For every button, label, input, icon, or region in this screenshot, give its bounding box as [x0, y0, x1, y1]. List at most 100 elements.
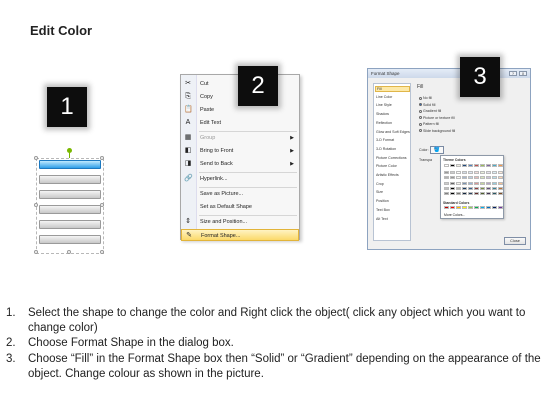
nav-item-glow-and-soft-edges[interactable]: Glow and Soft Edges	[376, 130, 410, 134]
menu-item-edit-text[interactable]: A Edit Text	[181, 117, 299, 129]
standard-color-swatch[interactable]	[474, 206, 479, 209]
color-swatch[interactable]	[498, 164, 503, 167]
color-swatch[interactable]	[468, 186, 473, 190]
color-swatch[interactable]	[450, 192, 455, 195]
nav-item-artistic-effects[interactable]: Artistic Effects	[376, 173, 399, 177]
color-swatch[interactable]	[486, 171, 491, 175]
color-swatch[interactable]	[456, 164, 461, 167]
menu-item-bring-to-front[interactable]: ◧ Bring to Front ▶	[181, 145, 299, 157]
bar-shape[interactable]	[39, 205, 101, 214]
color-swatch[interactable]	[468, 171, 473, 175]
color-swatch[interactable]	[480, 164, 485, 167]
color-swatch[interactable]	[486, 186, 491, 190]
nav-item-size[interactable]: Size	[376, 190, 383, 194]
color-swatch[interactable]	[462, 176, 467, 180]
color-swatch[interactable]	[492, 164, 497, 167]
bar-shape[interactable]	[39, 190, 101, 199]
nav-item-alt-text[interactable]: Alt Text	[376, 217, 388, 221]
resize-handle[interactable]	[100, 156, 104, 160]
color-swatch[interactable]	[456, 192, 461, 195]
color-swatch[interactable]	[474, 186, 479, 190]
color-swatch[interactable]	[498, 181, 503, 185]
menu-item-save-as-picture[interactable]: Save as Picture...	[181, 188, 299, 200]
menu-item-hyperlink[interactable]: 🔗 Hyperlink...	[181, 173, 299, 185]
color-swatch[interactable]	[486, 181, 491, 185]
close-button[interactable]: Close	[504, 237, 526, 245]
color-swatch[interactable]	[480, 181, 485, 185]
nav-item-reflection[interactable]: Reflection	[376, 121, 392, 125]
standard-color-swatch[interactable]	[480, 206, 485, 209]
more-colors-link[interactable]: More Colors...	[444, 213, 465, 217]
standard-color-swatch[interactable]	[498, 206, 503, 209]
color-swatch[interactable]	[498, 186, 503, 190]
fill-option-radio[interactable]: Solid fill	[419, 103, 435, 107]
color-swatch[interactable]	[444, 171, 449, 175]
color-swatch[interactable]	[474, 181, 479, 185]
color-swatch[interactable]	[450, 164, 455, 167]
nav-item-crop[interactable]: Crop	[376, 182, 384, 186]
color-swatch[interactable]	[480, 186, 485, 190]
color-swatch[interactable]	[456, 181, 461, 185]
bar-shape[interactable]	[39, 175, 101, 184]
bar-shape[interactable]	[39, 235, 101, 244]
color-swatch[interactable]	[480, 176, 485, 180]
color-swatch[interactable]	[474, 164, 479, 167]
selected-shape-group[interactable]	[34, 148, 104, 254]
color-swatch[interactable]	[462, 186, 467, 190]
close-x-button[interactable]: X	[519, 71, 527, 76]
fill-option-radio[interactable]: Picture or texture fill	[419, 116, 455, 120]
color-swatch[interactable]	[492, 176, 497, 180]
resize-handle[interactable]	[34, 156, 38, 160]
color-swatch[interactable]	[474, 176, 479, 180]
resize-handle[interactable]	[100, 250, 104, 254]
color-swatch[interactable]	[456, 176, 461, 180]
color-swatch[interactable]	[492, 192, 497, 195]
color-swatch[interactable]	[468, 192, 473, 195]
resize-handle[interactable]	[34, 203, 38, 207]
nav-item-text-box[interactable]: Text Box	[376, 208, 390, 212]
color-swatch[interactable]	[444, 181, 449, 185]
color-swatch[interactable]	[444, 186, 449, 190]
color-swatch[interactable]	[450, 186, 455, 190]
standard-color-swatch[interactable]	[462, 206, 467, 209]
fill-option-radio[interactable]: Slide background fill	[419, 129, 455, 133]
help-button[interactable]: ?	[509, 71, 517, 76]
color-swatch[interactable]	[492, 186, 497, 190]
resize-handle[interactable]	[34, 250, 38, 254]
standard-color-swatch[interactable]	[456, 206, 461, 209]
color-swatch[interactable]	[450, 181, 455, 185]
nav-item-3-d-rotation[interactable]: 3-D Rotation	[376, 147, 396, 151]
color-swatch[interactable]	[462, 192, 467, 195]
color-swatch[interactable]	[444, 192, 449, 195]
bar-shape[interactable]	[39, 220, 101, 229]
color-swatch[interactable]	[480, 192, 485, 195]
color-swatch[interactable]	[468, 181, 473, 185]
color-swatch[interactable]	[462, 164, 467, 167]
standard-color-swatch[interactable]	[444, 206, 449, 209]
standard-color-swatch[interactable]	[492, 206, 497, 209]
nav-item-line-style[interactable]: Line Style	[376, 103, 392, 107]
color-swatch[interactable]	[486, 176, 491, 180]
fill-option-radio[interactable]: No fill	[419, 96, 432, 100]
resize-handle[interactable]	[100, 203, 104, 207]
nav-item-shadow[interactable]: Shadow	[376, 112, 389, 116]
menu-item-send-to-back[interactable]: ◨ Send to Back ▶	[181, 158, 299, 170]
fill-option-radio[interactable]: Gradient fill	[419, 109, 441, 113]
color-swatch[interactable]	[450, 171, 455, 175]
color-swatch[interactable]	[462, 171, 467, 175]
color-swatch[interactable]	[498, 171, 503, 175]
color-swatch[interactable]	[468, 164, 473, 167]
standard-color-swatch[interactable]	[486, 206, 491, 209]
nav-item-position[interactable]: Position	[376, 199, 389, 203]
color-swatch[interactable]	[492, 181, 497, 185]
color-swatch[interactable]	[450, 176, 455, 180]
resize-handle[interactable]	[67, 250, 71, 254]
color-swatch[interactable]	[468, 176, 473, 180]
color-swatch[interactable]	[456, 171, 461, 175]
color-swatch[interactable]	[444, 176, 449, 180]
fill-option-radio[interactable]: Pattern fill	[419, 122, 439, 126]
color-dropdown-button[interactable]: 🪣	[430, 146, 444, 154]
menu-item-format-shape[interactable]: ✎ Format Shape...	[181, 229, 299, 241]
nav-item-3-d-format[interactable]: 3-D Format	[376, 138, 394, 142]
rotate-handle[interactable]	[67, 148, 72, 153]
